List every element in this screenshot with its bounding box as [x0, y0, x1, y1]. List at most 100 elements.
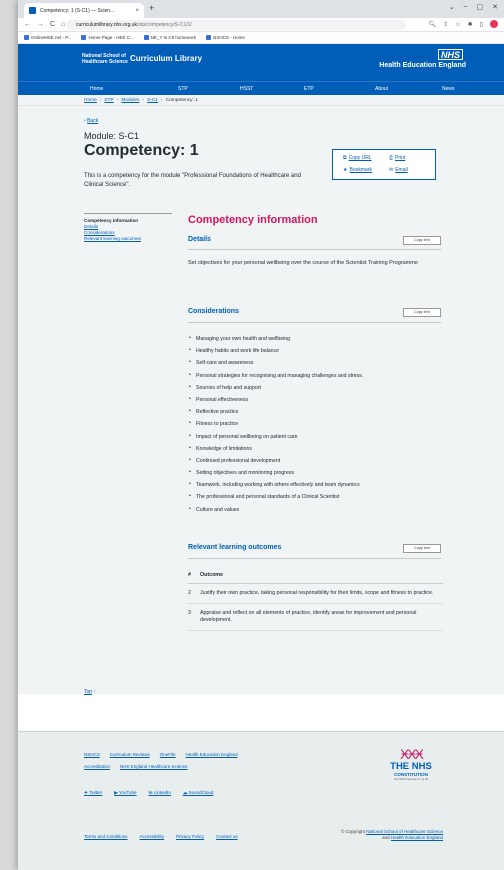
nav-stp[interactable]: STP [178, 86, 188, 92]
extensions-icon[interactable]: ✱ [468, 21, 473, 28]
tab-search-icon[interactable]: ⌄ [449, 3, 455, 11]
outcomes-heading: Relevant learning outcomes [188, 544, 282, 551]
bookmark-item[interactable]: NSHCS - Home [206, 35, 245, 40]
mail-icon: ✉ [389, 167, 394, 173]
bookmark-label: Bookmark [349, 167, 372, 173]
outcomes-table: # Outcome 2 Justify their own practice, … [188, 572, 443, 631]
footer-link[interactable]: OneFile [160, 752, 176, 757]
print-button[interactable]: ⎙ Print [389, 155, 405, 161]
breadcrumb-home[interactable]: Home [84, 98, 97, 103]
list-item: Teamwork, including working with others … [188, 481, 363, 494]
footer-links-row2: Accreditation NHS England Healthcare Sci… [84, 764, 188, 769]
copy-outcomes-button[interactable]: Copy text [403, 544, 441, 553]
list-item: Impact of personal wellbeing on patient … [188, 432, 363, 446]
linkedin-label: LinkedIn [153, 790, 171, 795]
sidenav-outcomes[interactable]: Relevant learning outcomes [84, 236, 172, 242]
breadcrumb-stp[interactable]: STP [104, 98, 113, 103]
breadcrumb-module[interactable]: S-C1 [147, 98, 158, 103]
bookmark-label: NSHCS - Home [213, 35, 245, 40]
terms-link[interactable]: Terms and Conditions [84, 834, 128, 839]
list-item: Personal strategies for recognising and … [188, 372, 363, 385]
col-outcome-header: Outcome [200, 572, 223, 578]
copyright-prefix: © Copyright [341, 829, 365, 834]
intro-text: This is a competency for the module "Pro… [84, 173, 301, 188]
profile-avatar[interactable] [490, 20, 498, 28]
close-tab-icon[interactable]: × [135, 8, 139, 14]
nav-home[interactable]: Home [90, 86, 103, 92]
star-icon[interactable]: ☆ [455, 21, 460, 28]
constitution-line1: THE NHS [390, 761, 432, 772]
close-window-icon[interactable]: ✕ [492, 3, 498, 11]
back-link[interactable]: ‹ Back [84, 118, 98, 124]
print-label: Print [395, 155, 406, 161]
list-item: Continued professional development [188, 457, 363, 470]
org-logo[interactable]: National School of Healthcare Science [82, 53, 128, 65]
footer-link[interactable]: NHS England Healthcare Science [120, 764, 188, 769]
outcome-text: Appraise and reflect on all elements of … [200, 610, 417, 623]
breadcrumb-modules[interactable]: Modules [121, 98, 139, 103]
bookmark-item[interactable]: Home Page - HEE C... [81, 35, 134, 40]
footer-links-row1: NSHCS Curriculum Reviews OneFile Health … [84, 752, 238, 757]
copy-details-button[interactable]: Copy text [403, 236, 441, 245]
soundcloud-label: SoundCloud [188, 790, 214, 795]
minimize-icon[interactable]: – [464, 3, 468, 11]
bookmark-button[interactable]: ★ Bookmark [343, 167, 372, 173]
library-title[interactable]: Curriculum Library [130, 54, 202, 63]
accessibility-link[interactable]: Accessibility [140, 834, 165, 839]
legal-links: Terms and Conditions Accessibility Priva… [84, 834, 238, 839]
list-item: Personal effectiveness [188, 396, 363, 409]
table-header: # Outcome [188, 572, 443, 584]
table-row: 2 Justify their own practice, taking per… [188, 584, 443, 604]
outcome-number: 2 [188, 590, 191, 596]
home-icon[interactable]: ⌂ [61, 21, 65, 28]
url-bar[interactable]: curriculumlibrary.nhs.org.uk/stp/compete… [66, 20, 406, 30]
bookmark-item[interactable]: NE_Y ts C5 homework [143, 35, 196, 40]
list-item: Healthy habits and work life balance [188, 347, 363, 360]
copyright-org2-link[interactable]: Health Education England [391, 835, 443, 840]
nav-news[interactable]: News [442, 86, 455, 92]
share-icon[interactable]: ⇪ [443, 21, 448, 28]
contact-link[interactable]: Contact us [216, 834, 238, 839]
copy-url-button[interactable]: ⧉ Copy URL [343, 155, 372, 161]
bookmark-item[interactable]: OnlineMSE.net - P... [24, 35, 71, 40]
search-icon[interactable]: 🔍︎ [429, 21, 437, 28]
nav-hsst[interactable]: HSST [240, 86, 253, 92]
nav-about[interactable]: About [375, 86, 388, 92]
linkedin-link[interactable]: in LinkedIn [149, 790, 171, 796]
footer-link[interactable]: Curriculum Reviews [110, 752, 150, 757]
nhs-logo: NHS [438, 49, 463, 60]
soundcloud-link[interactable]: ☁ SoundCloud [183, 790, 214, 796]
footer-link[interactable]: Accreditation [84, 764, 110, 769]
footer-link[interactable]: Health Education England [186, 752, 238, 757]
col-num-header: # [188, 572, 191, 578]
youtube-link[interactable]: ▶ YouTube [114, 790, 136, 796]
privacy-link[interactable]: Privacy Policy [176, 834, 204, 839]
breadcrumb-current: Competency: 1 [165, 98, 198, 103]
table-row: 3 Appraise and reflect on all elements o… [188, 604, 443, 631]
twitter-icon: ✦ [84, 790, 88, 795]
action-box: ⧉ Copy URL ⎙ Print ★ Bookmark ✉ Email [332, 149, 436, 180]
browser-tab[interactable]: Competency: 1 (S-C1) — Scien... × [24, 3, 144, 18]
sidepanel-icon[interactable]: ▯ [480, 21, 483, 28]
nav-etp[interactable]: ETP [304, 86, 314, 92]
copyright-org1-link[interactable]: National School of Healthcare Science [366, 829, 443, 834]
extensions: 🔍︎ ⇪ ☆ ✱ ▯ [429, 20, 498, 28]
forward-arrow-icon[interactable]: → [37, 21, 44, 28]
back-arrow-icon[interactable]: ← [24, 21, 31, 28]
breadcrumb: Home › STP › Modules › S-C1 › Competency: 1 [18, 95, 504, 106]
divider [188, 322, 441, 323]
youtube-icon: ▶ [114, 790, 118, 795]
considerations-list: Managing your own health and wellbeing H… [188, 335, 363, 519]
footer-link[interactable]: NSHCS [84, 752, 100, 757]
maximize-icon[interactable]: ▢ [477, 3, 484, 11]
module-caption: Module: S-C1 [84, 131, 140, 141]
soundcloud-icon: ☁ [182, 790, 188, 795]
social-links: ✦ Twitter ▶ YouTube in LinkedIn ☁ SoundC… [84, 790, 213, 796]
email-button[interactable]: ✉ Email [389, 167, 408, 173]
reload-icon[interactable]: C [50, 21, 55, 28]
new-tab-button[interactable]: + [149, 3, 154, 13]
twitter-link[interactable]: ✦ Twitter [84, 790, 102, 796]
copy-considerations-button[interactable]: Copy text [403, 308, 441, 317]
back-to-top-link[interactable]: Top ↑ [84, 689, 96, 695]
list-item: The professional and personal standards … [188, 493, 363, 506]
